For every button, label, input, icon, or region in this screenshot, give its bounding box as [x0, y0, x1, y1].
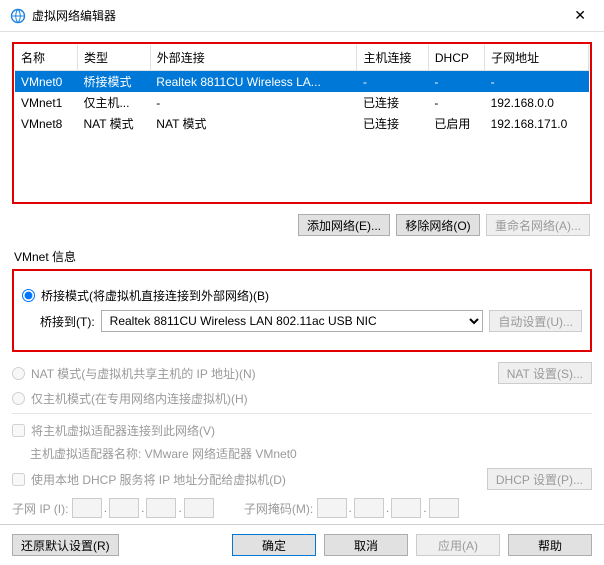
- subnet-mask-label: 子网掩码(M):: [244, 500, 313, 517]
- bridge-mode-label: 桥接模式(将虚拟机直接连接到外部网络)(B): [41, 287, 269, 304]
- remove-network-button[interactable]: 移除网络(O): [396, 214, 480, 236]
- window-title: 虚拟网络编辑器: [32, 7, 566, 24]
- help-button[interactable]: 帮助: [508, 534, 592, 556]
- vmnet-info-label: VMnet 信息: [12, 246, 592, 265]
- add-network-button[interactable]: 添加网络(E)...: [298, 214, 390, 236]
- apply-button: 应用(A): [416, 534, 500, 556]
- vmnet-info-highlight: 桥接模式(将虚拟机直接连接到外部网络)(B) 桥接到(T): Realtek 8…: [12, 269, 592, 352]
- subnet-mask-2: [354, 498, 384, 518]
- subnet-ip-2: [109, 498, 139, 518]
- table-header[interactable]: 类型: [77, 45, 150, 71]
- table-header[interactable]: 子网地址: [485, 45, 589, 71]
- dhcp-settings-button: DHCP 设置(P)...: [487, 468, 592, 490]
- close-icon[interactable]: ✕: [566, 3, 594, 28]
- network-table[interactable]: 名称类型外部连接主机连接DHCP子网地址 VMnet0桥接模式Realtek 8…: [15, 45, 589, 201]
- nat-mode-label: NAT 模式(与虚拟机共享主机的 IP 地址)(N): [31, 365, 492, 382]
- table-row[interactable]: VMnet0桥接模式Realtek 8811CU Wireless LA...-…: [15, 71, 589, 93]
- dhcp-label: 使用本地 DHCP 服务将 IP 地址分配给虚拟机(D): [31, 471, 481, 488]
- dhcp-checkbox: [12, 473, 25, 486]
- cancel-button[interactable]: 取消: [324, 534, 408, 556]
- restore-defaults-button[interactable]: 还原默认设置(R): [12, 534, 119, 556]
- host-adapter-name: 主机虚拟适配器名称: VMware 网络适配器 VMnet0: [30, 445, 297, 462]
- table-row[interactable]: VMnet8NAT 模式NAT 模式已连接已启用192.168.171.0: [15, 113, 589, 134]
- rename-network-button: 重命名网络(A)...: [486, 214, 590, 236]
- bridge-mode-radio[interactable]: [22, 289, 35, 302]
- bridge-to-label: 桥接到(T):: [40, 313, 95, 330]
- host-adapter-label: 将主机虚拟适配器连接到此网络(V): [31, 422, 215, 439]
- table-row[interactable]: VMnet1仅主机...-已连接-192.168.0.0: [15, 92, 589, 113]
- subnet-ip-1: [72, 498, 102, 518]
- nat-mode-radio: [12, 367, 25, 380]
- titlebar: 虚拟网络编辑器 ✕: [0, 0, 604, 32]
- table-header[interactable]: 主机连接: [357, 45, 428, 71]
- host-adapter-checkbox: [12, 424, 25, 437]
- hostonly-mode-label: 仅主机模式(在专用网络内连接虚拟机)(H): [31, 390, 248, 407]
- auto-settings-button: 自动设置(U)...: [489, 310, 582, 332]
- network-list-highlight: 名称类型外部连接主机连接DHCP子网地址 VMnet0桥接模式Realtek 8…: [12, 42, 592, 204]
- hostonly-mode-radio: [12, 392, 25, 405]
- app-icon: [10, 8, 26, 24]
- subnet-mask-1: [317, 498, 347, 518]
- subnet-mask-4: [429, 498, 459, 518]
- subnet-ip-label: 子网 IP (I):: [12, 500, 68, 517]
- table-header[interactable]: 外部连接: [150, 45, 357, 71]
- table-header[interactable]: 名称: [15, 45, 77, 71]
- table-header[interactable]: DHCP: [428, 45, 484, 71]
- subnet-ip-3: [146, 498, 176, 518]
- bridge-adapter-select[interactable]: Realtek 8811CU Wireless LAN 802.11ac USB…: [101, 310, 484, 332]
- nat-settings-button: NAT 设置(S)...: [498, 362, 592, 384]
- subnet-mask-3: [391, 498, 421, 518]
- ok-button[interactable]: 确定: [232, 534, 316, 556]
- subnet-ip-4: [184, 498, 214, 518]
